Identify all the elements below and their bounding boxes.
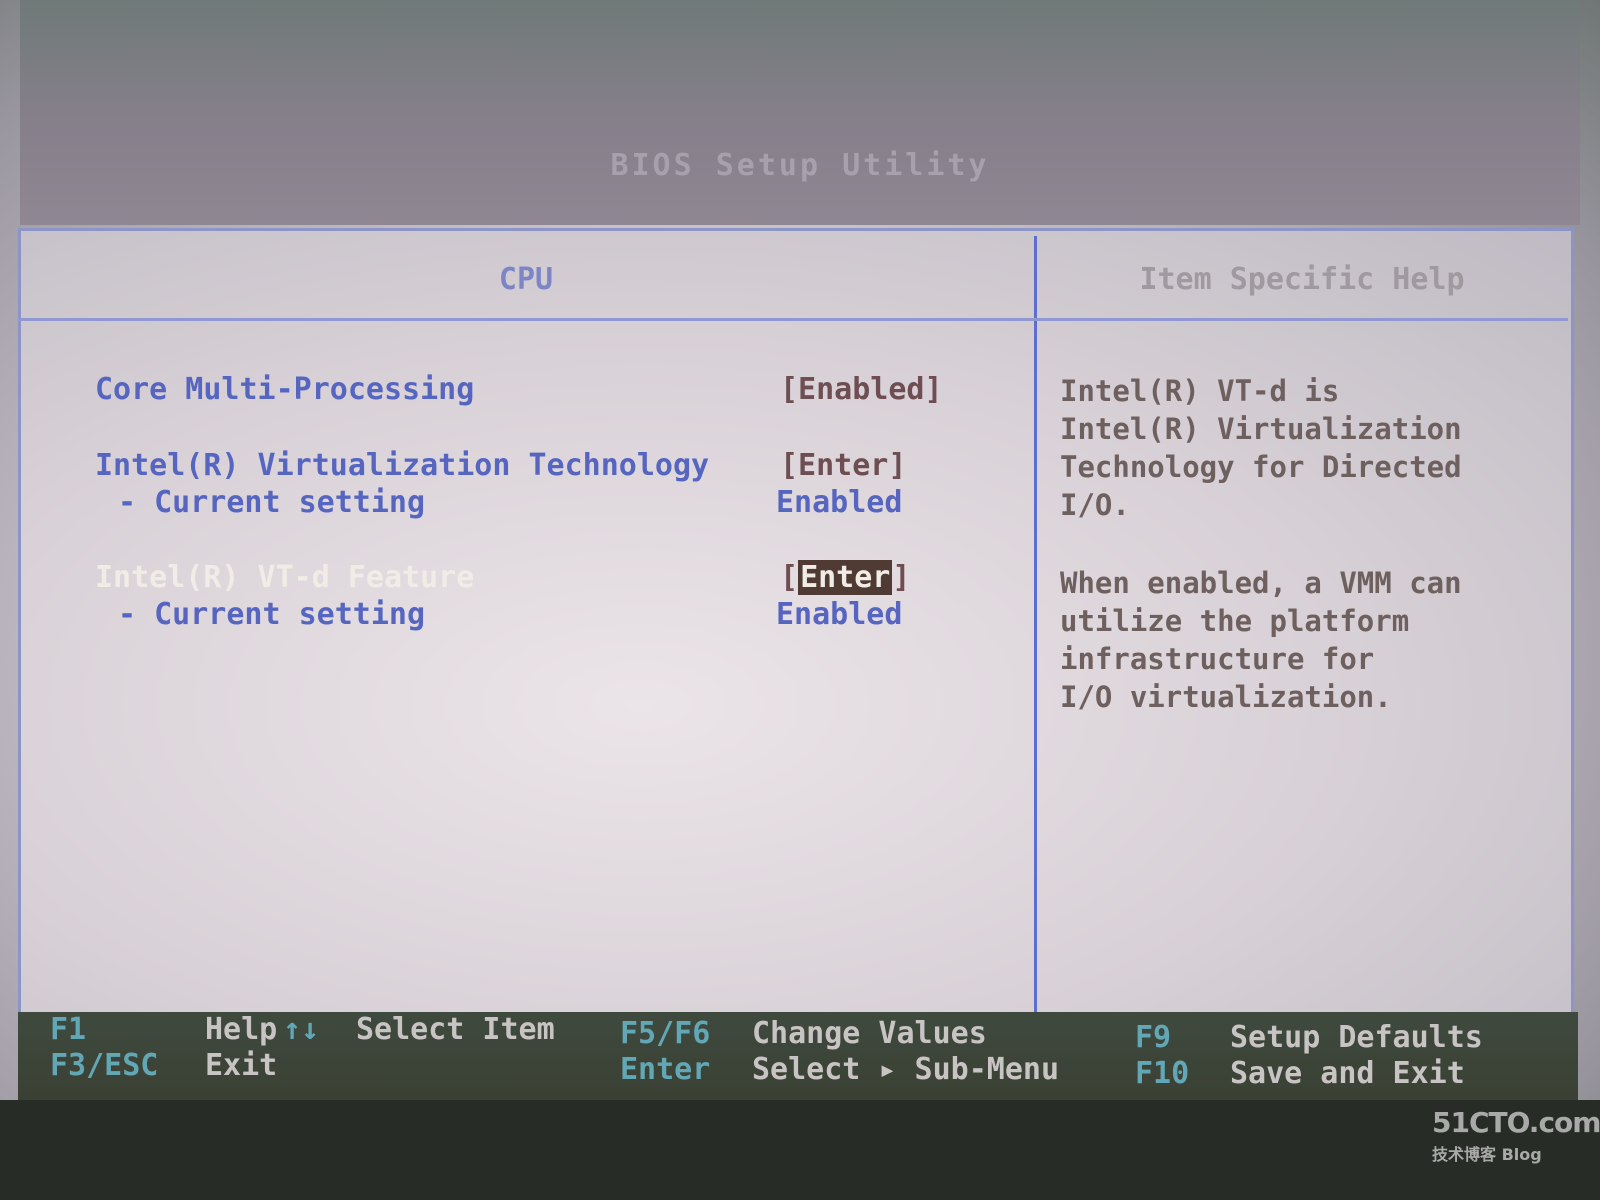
vt-d-current-setting-value: Enabled [776, 597, 903, 632]
key-enter-desc: Select ▸ Sub-Menu [752, 1052, 1060, 1087]
key-arrows-desc: Select Item [356, 1012, 555, 1047]
help-text-description: Intel(R) VT-d is Intel(R) Virtualization… [1060, 374, 1462, 522]
vt-d-current-setting-label: - Current setting [118, 597, 426, 632]
key-f10: F10 [1135, 1056, 1190, 1091]
key-f9: F9 [1135, 1020, 1172, 1055]
setting-vt-d-feature-value[interactable]: [Enter] [780, 560, 910, 595]
selected-value-highlight[interactable]: Enter [798, 560, 893, 595]
title-bar: BIOS Setup Utility [20, 0, 1580, 225]
key-f1-desc: Help [205, 1012, 278, 1047]
window-title: BIOS Setup Utility [610, 148, 990, 183]
key-f3-esc-desc: Exit [205, 1048, 278, 1083]
setting-vt-d-feature[interactable]: Intel(R) VT-d Feature [95, 560, 474, 595]
monitor-bezel [0, 1100, 1600, 1200]
help-text-details: When enabled, a VMM can utilize the plat… [1060, 566, 1462, 714]
watermark-logo: 51CTO.com 技术博客 Blog [1432, 1106, 1600, 1165]
header-divider [18, 318, 1568, 321]
watermark-sub: 技术博客 Blog [1432, 1145, 1542, 1164]
bios-screen: BIOS Setup Utility CPU Item Specific Hel… [0, 0, 1600, 1200]
key-f5-f6: F5/F6 [620, 1016, 711, 1051]
bracket-open: [ [780, 560, 799, 595]
bracket-close: ] [892, 560, 911, 595]
setting-virtualization-technology[interactable]: Intel(R) Virtualization Technology [95, 448, 709, 483]
setting-virtualization-technology-value[interactable]: [Enter] [780, 448, 906, 483]
key-f9-desc: Setup Defaults [1230, 1020, 1483, 1055]
setting-core-multi-processing-value[interactable]: [Enabled] [780, 372, 943, 407]
key-f3-esc: F3/ESC [50, 1048, 159, 1083]
panel-divider-vertical [1034, 236, 1037, 1016]
cpu-panel-header: CPU [498, 262, 554, 297]
key-f5-f6-desc: Change Values [752, 1016, 987, 1051]
help-panel-header: Item Specific Help [1139, 262, 1465, 297]
key-arrows: ↑↓ [283, 1012, 320, 1047]
vt-current-setting-value: Enabled [776, 485, 903, 520]
key-f1: F1 [50, 1012, 87, 1047]
watermark-main: 51CTO.com [1432, 1106, 1600, 1139]
key-f10-desc: Save and Exit [1230, 1056, 1465, 1091]
vt-current-setting-label: - Current setting [118, 485, 426, 520]
key-enter: Enter [620, 1052, 711, 1087]
setting-core-multi-processing[interactable]: Core Multi-Processing [95, 372, 474, 407]
